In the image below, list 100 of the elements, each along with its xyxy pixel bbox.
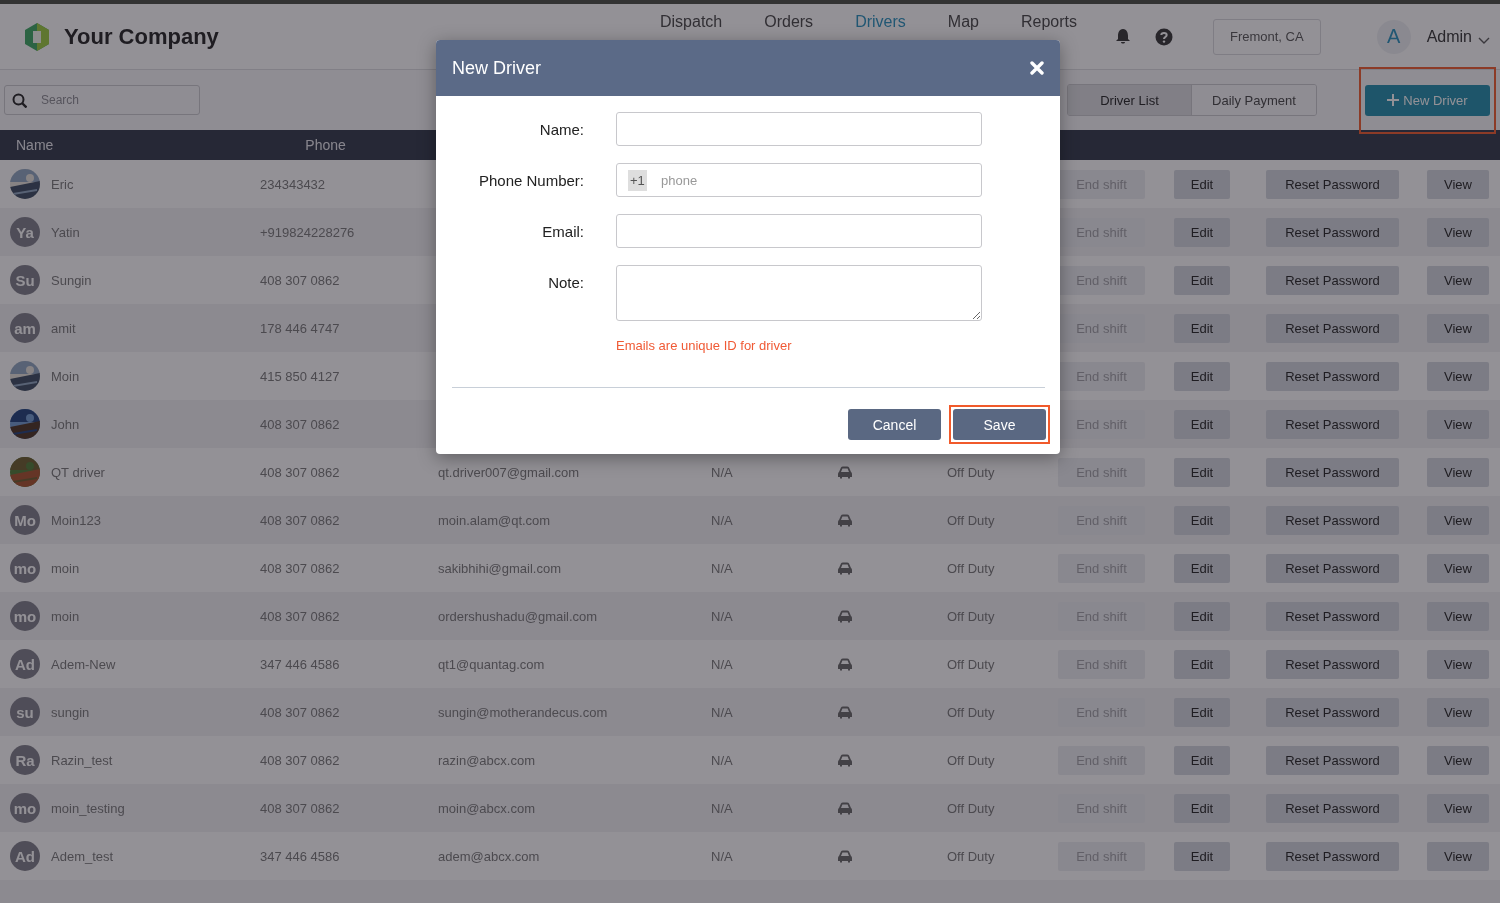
dialog-button[interactable]: Cancel	[848, 409, 941, 440]
table-cell-text: 234343432	[260, 176, 327, 192]
action-button[interactable]: Edit	[1174, 793, 1230, 823]
table-cell-text: +919824228276	[260, 224, 356, 240]
table-cell-text: Yatin	[51, 224, 81, 240]
nav-link[interactable]: Reports	[1020, 13, 1077, 31]
action-button[interactable]: Reset Password	[1266, 265, 1399, 295]
action-button[interactable]: Reset Password	[1266, 793, 1399, 823]
avatar: am	[10, 313, 40, 343]
action-button[interactable]: Reset Password	[1266, 697, 1399, 727]
action-button[interactable]: Reset Password	[1266, 361, 1399, 391]
action-button[interactable]: Edit	[1174, 409, 1230, 439]
dialog-title: New Driver	[452, 57, 541, 79]
nav-link[interactable]: Drivers	[855, 13, 906, 31]
action-button[interactable]: Edit	[1174, 841, 1230, 871]
table-cell-text: 408 307 0862	[260, 704, 341, 720]
action-button[interactable]: View	[1427, 313, 1489, 343]
action-button[interactable]: Edit	[1174, 457, 1230, 487]
action-button[interactable]: Edit	[1174, 361, 1230, 391]
action-button[interactable]: Edit	[1174, 601, 1230, 631]
table-cell-text: Razin_test	[51, 752, 114, 768]
action-button[interactable]: Reset Password	[1266, 601, 1399, 631]
action-button[interactable]: Reset Password	[1266, 841, 1399, 871]
car-icon	[836, 609, 854, 623]
action-button[interactable]: Reset Password	[1266, 745, 1399, 775]
field-label: Note:	[547, 273, 584, 291]
action-button[interactable]: View	[1427, 697, 1489, 727]
table-cell-text: 408 307 0862	[260, 800, 341, 816]
action-button[interactable]: View	[1427, 553, 1489, 583]
dialog-button[interactable]: Save	[953, 409, 1046, 440]
table-cell-text: N/A	[711, 464, 734, 480]
action-button[interactable]: Reset Password	[1266, 649, 1399, 679]
caret-icon[interactable]	[1478, 37, 1490, 44]
table-cell-text: Off Duty	[947, 848, 996, 864]
table-cell-text: Off Duty	[947, 752, 996, 768]
action-button[interactable]: Edit	[1174, 169, 1230, 199]
nav-link[interactable]: Dispatch	[659, 13, 723, 31]
action-button[interactable]: View	[1427, 841, 1489, 871]
action-button[interactable]: Edit	[1174, 553, 1230, 583]
table-cell-text: moin	[51, 560, 81, 576]
table-cell-text: 347 446 4586	[260, 848, 341, 864]
action-button[interactable]: Reset Password	[1266, 553, 1399, 583]
car-icon	[836, 849, 854, 863]
action-button[interactable]: Edit	[1174, 313, 1230, 343]
column-header: Phone	[305, 137, 346, 153]
table-cell-text: N/A	[711, 560, 734, 576]
car-icon	[836, 801, 854, 815]
new-driver-button[interactable]: New Driver	[1365, 84, 1490, 116]
car-icon	[836, 753, 854, 767]
action-button[interactable]: Edit	[1174, 745, 1230, 775]
table-cell-text: adem@abcx.com	[438, 848, 541, 864]
input-field[interactable]	[616, 112, 982, 146]
user-menu[interactable]: Admin	[1426, 27, 1472, 46]
table-cell-text: Eric	[51, 176, 75, 192]
user-avatar: A	[1376, 19, 1411, 54]
action-button[interactable]: Edit	[1174, 505, 1230, 535]
action-button[interactable]: View	[1427, 505, 1489, 535]
table-cell-text: John	[51, 416, 81, 432]
action-button[interactable]: Edit	[1174, 697, 1230, 727]
close-icon[interactable]	[1030, 61, 1044, 75]
action-button[interactable]: View	[1427, 169, 1489, 199]
note-field[interactable]	[616, 265, 982, 321]
table-cell-text: Off Duty	[947, 656, 996, 672]
avatar: Ra	[10, 745, 40, 775]
action-button[interactable]: Reset Password	[1266, 217, 1399, 247]
action-button[interactable]: Reset Password	[1266, 409, 1399, 439]
action-button[interactable]: View	[1427, 601, 1489, 631]
action-button[interactable]: View	[1427, 265, 1489, 295]
action-button[interactable]: Edit	[1174, 649, 1230, 679]
nav-link[interactable]: Map	[947, 13, 979, 31]
action-button[interactable]: View	[1427, 217, 1489, 247]
action-button[interactable]: Reset Password	[1266, 169, 1399, 199]
action-button[interactable]: View	[1427, 457, 1489, 487]
action-button[interactable]: Reset Password	[1266, 505, 1399, 535]
search-field[interactable]: Search	[4, 85, 200, 115]
table-cell-text: 347 446 4586	[260, 656, 341, 672]
input-field[interactable]	[616, 214, 982, 248]
table-cell-text: moin	[51, 608, 81, 624]
avatar: Su	[10, 265, 40, 295]
table-cell-text: razin@abcx.com	[438, 752, 536, 768]
table-cell-text: sungin@motherandecus.com	[438, 704, 609, 720]
field-label: Phone Number:	[477, 171, 584, 189]
table-cell-text: qt1@quantag.com	[438, 656, 546, 672]
bell-icon[interactable]	[1114, 28, 1131, 45]
action-button[interactable]: Edit	[1174, 265, 1230, 295]
action-button[interactable]: Reset Password	[1266, 457, 1399, 487]
action-button[interactable]: View	[1427, 745, 1489, 775]
action-button[interactable]: View	[1427, 409, 1489, 439]
help-icon[interactable]	[1154, 27, 1173, 46]
location-selector[interactable]: Fremont, CA	[1212, 18, 1321, 55]
table-cell-text: Off Duty	[947, 464, 996, 480]
action-button[interactable]: View	[1427, 649, 1489, 679]
action-button[interactable]: View	[1427, 793, 1489, 823]
plus-icon	[1387, 94, 1400, 106]
nav-link[interactable]: Orders	[764, 13, 814, 31]
tab[interactable]: Driver List	[1068, 85, 1192, 115]
action-button[interactable]: View	[1427, 361, 1489, 391]
action-button[interactable]: Reset Password	[1266, 313, 1399, 343]
action-button[interactable]: Edit	[1174, 217, 1230, 247]
table-cell-text: 408 307 0862	[260, 608, 341, 624]
